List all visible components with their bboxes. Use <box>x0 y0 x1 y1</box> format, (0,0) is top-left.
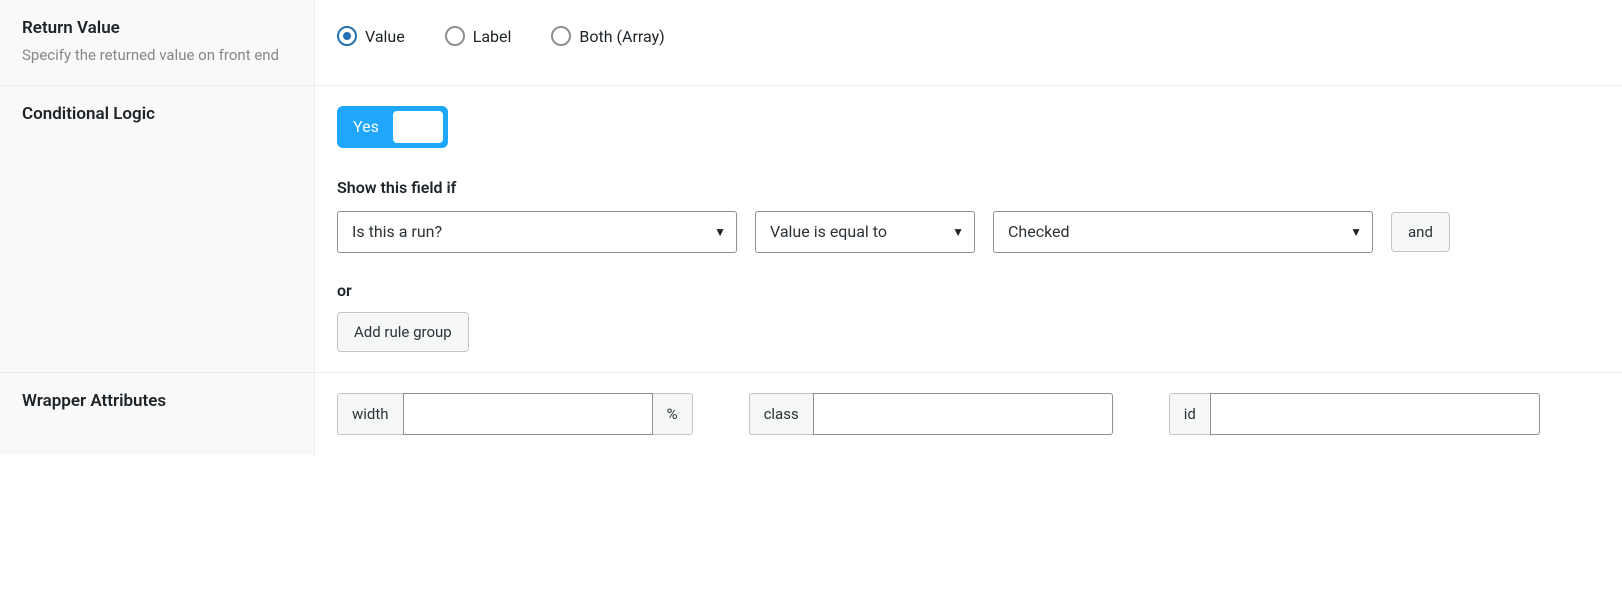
id-group: id <box>1169 393 1540 435</box>
conditional-title: Conditional Logic <box>22 104 292 124</box>
rule-row: Is this a run? ▼ Value is equal to ▼ Che… <box>337 211 1600 253</box>
add-rule-group-label: Add rule group <box>354 323 452 341</box>
width-input[interactable] <box>403 393 653 435</box>
conditional-field-col: Yes Show this field if Is this a run? ▼ … <box>315 86 1622 372</box>
return-value-label-col: Return Value Specify the returned value … <box>0 0 315 85</box>
radio-value-circle[interactable] <box>337 26 357 46</box>
wrapper-label-col: Wrapper Attributes <box>0 373 315 455</box>
show-if-label: Show this field if <box>337 178 1600 197</box>
radio-label[interactable]: Label <box>445 26 512 46</box>
conditional-label-col: Conditional Logic <box>0 86 315 372</box>
radio-label-circle[interactable] <box>445 26 465 46</box>
wrapper-field-col: width % class id <box>315 373 1622 455</box>
rule-value-value: Checked <box>1008 222 1070 241</box>
and-button[interactable]: and <box>1391 212 1450 252</box>
radio-label-label: Label <box>473 27 512 46</box>
caret-down-icon: ▼ <box>1350 225 1362 239</box>
caret-down-icon: ▼ <box>952 225 964 239</box>
add-rule-group-button[interactable]: Add rule group <box>337 312 469 352</box>
rule-operator-select[interactable]: Value is equal to ▼ <box>755 211 975 253</box>
radio-both[interactable]: Both (Array) <box>551 26 664 46</box>
toggle-label: Yes <box>353 117 379 136</box>
conditional-logic-row: Conditional Logic Yes Show this field if… <box>0 86 1622 373</box>
radio-dot-icon <box>343 32 351 40</box>
rule-value-select[interactable]: Checked ▼ <box>993 211 1373 253</box>
class-input[interactable] <box>813 393 1113 435</box>
toggle-handle <box>393 111 443 143</box>
id-addon: id <box>1169 393 1210 435</box>
radio-value[interactable]: Value <box>337 26 405 46</box>
class-addon: class <box>749 393 813 435</box>
return-value-radios: Value Label Both (Array) <box>337 20 1600 46</box>
return-value-row: Return Value Specify the returned value … <box>0 0 1622 86</box>
conditional-toggle[interactable]: Yes <box>337 106 448 148</box>
return-value-field-col: Value Label Both (Array) <box>315 0 1622 85</box>
id-input[interactable] <box>1210 393 1540 435</box>
class-group: class <box>749 393 1113 435</box>
wrapper-group: width % class id <box>337 393 1600 435</box>
width-addon: width <box>337 393 403 435</box>
radio-both-circle[interactable] <box>551 26 571 46</box>
and-button-label: and <box>1408 223 1433 241</box>
caret-down-icon: ▼ <box>714 225 726 239</box>
return-value-title: Return Value <box>22 18 292 38</box>
rule-field-value: Is this a run? <box>352 222 442 241</box>
radio-both-label: Both (Array) <box>579 27 664 46</box>
rule-field-select[interactable]: Is this a run? ▼ <box>337 211 737 253</box>
return-value-desc: Specify the returned value on front end <box>22 44 292 67</box>
wrapper-title: Wrapper Attributes <box>22 391 292 411</box>
rule-operator-value: Value is equal to <box>770 222 887 241</box>
or-label: or <box>337 281 1600 300</box>
wrapper-attributes-row: Wrapper Attributes width % class id <box>0 373 1622 455</box>
percent-addon: % <box>653 393 693 435</box>
width-group: width % <box>337 393 693 435</box>
radio-value-label: Value <box>365 27 405 46</box>
